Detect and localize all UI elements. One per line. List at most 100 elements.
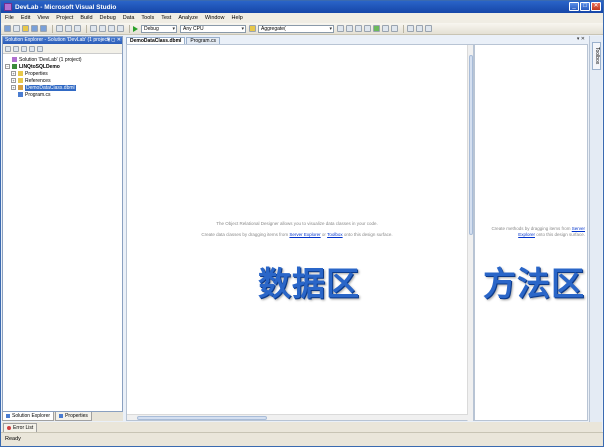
solution-icon xyxy=(12,57,17,62)
find-combo[interactable]: Aggregate( xyxy=(258,24,334,33)
paste-icon[interactable] xyxy=(74,25,81,32)
tree-item-references[interactable]: + References xyxy=(5,77,120,84)
solution-explorer-toolbar xyxy=(3,44,122,54)
solution-configuration-combo[interactable]: Debug xyxy=(141,24,177,33)
maximize-button[interactable]: □ xyxy=(580,2,590,11)
refresh-icon[interactable] xyxy=(21,45,27,52)
tab-demodataclass-dbml[interactable]: DemoDataClass.dbml xyxy=(126,37,186,44)
tab-solution-explorer[interactable]: Solution Explorer xyxy=(2,412,55,421)
menu-view[interactable]: View xyxy=(37,15,49,21)
collapse-icon[interactable]: − xyxy=(5,64,10,69)
tab-program-cs[interactable]: Program.cs xyxy=(186,37,220,44)
menu-build[interactable]: Build xyxy=(80,15,92,21)
method-area-label: 方法区 xyxy=(483,264,585,303)
hint-text: onto this design surface. xyxy=(534,232,585,237)
tree-item-label: Solution 'DevLab' (1 project) xyxy=(19,56,82,63)
panel-window-controls[interactable]: ▾ ◻ ✕ xyxy=(107,37,121,44)
scroll-thumb[interactable] xyxy=(469,55,473,235)
menu-data[interactable]: Data xyxy=(123,15,135,21)
cut-icon[interactable] xyxy=(56,25,63,32)
solution-explorer-panel: Solution Explorer - Solution 'DevLab' (1… xyxy=(2,36,123,412)
object-browser-icon[interactable] xyxy=(364,25,371,32)
tree-item-properties[interactable]: + Properties xyxy=(5,70,120,77)
navigate-forward-icon[interactable] xyxy=(117,25,124,32)
cs-file-icon xyxy=(18,92,23,97)
properties-icon[interactable] xyxy=(5,45,11,52)
toolbar-separator xyxy=(129,24,130,33)
toolbox-icon[interactable] xyxy=(373,25,380,32)
tree-item-program-cs[interactable]: Program.cs xyxy=(5,91,120,98)
server-explorer-link[interactable]: Server Explorer xyxy=(289,232,320,237)
solution-explorer-header: Solution Explorer - Solution 'DevLab' (1… xyxy=(3,37,122,44)
menu-edit[interactable]: Edit xyxy=(21,15,30,21)
redo-icon[interactable] xyxy=(99,25,106,32)
visual-studio-icon xyxy=(4,3,12,11)
bottom-tab-strip: Error List xyxy=(2,422,602,433)
tree-item-label: Program.cs xyxy=(25,91,51,98)
solution-platform-combo[interactable]: Any CPU xyxy=(180,24,246,33)
toolbar-separator xyxy=(86,24,87,33)
find-in-files-icon[interactable] xyxy=(249,25,256,32)
tab-properties[interactable]: Properties xyxy=(55,412,92,421)
scroll-thumb[interactable] xyxy=(137,416,267,420)
document-tab-controls[interactable]: ▾ ✕ xyxy=(577,36,585,42)
data-area-label: 数据区 xyxy=(258,264,360,303)
close-button[interactable]: ✕ xyxy=(591,2,601,11)
properties-window-icon[interactable] xyxy=(355,25,362,32)
tab-label: Solution Explorer xyxy=(12,413,51,419)
tab-toolbox[interactable]: Toolbox xyxy=(592,42,601,70)
methods-pane[interactable]: Create methods by dragging items from Se… xyxy=(474,44,588,421)
save-icon[interactable] xyxy=(31,25,38,32)
undo-icon[interactable] xyxy=(90,25,97,32)
toolbox-link[interactable]: Toolbox xyxy=(327,232,343,237)
designer-vertical-scrollbar[interactable] xyxy=(467,45,473,421)
solution-explorer-title: Solution Explorer - Solution 'DevLab' (1… xyxy=(5,37,111,43)
status-text: Ready xyxy=(5,436,21,442)
start-debugging-icon[interactable] xyxy=(133,25,138,32)
start-page-icon[interactable] xyxy=(382,25,389,32)
save-all-icon[interactable] xyxy=(40,25,47,32)
find-icon[interactable] xyxy=(337,25,344,32)
designer-horizontal-scrollbar[interactable] xyxy=(127,414,468,420)
menu-window[interactable]: Window xyxy=(205,15,225,21)
dbml-icon xyxy=(18,85,23,90)
menu-debug[interactable]: Debug xyxy=(100,15,116,21)
minimize-button[interactable]: _ xyxy=(569,2,579,11)
menu-analyze[interactable]: Analyze xyxy=(178,15,198,21)
tree-item-project[interactable]: − LINQtoSQLDemo xyxy=(5,63,120,70)
properties-tab-icon xyxy=(59,414,64,418)
solution-explorer-icon[interactable] xyxy=(346,25,353,32)
open-file-icon[interactable] xyxy=(22,25,29,32)
zoom-icon[interactable] xyxy=(416,25,423,32)
tree-item-label: References xyxy=(25,77,51,84)
align-icon[interactable] xyxy=(425,25,432,32)
view-code-icon[interactable] xyxy=(29,45,35,52)
hint-text: onto this design surface. xyxy=(342,232,393,237)
toolbar-options-icon[interactable] xyxy=(391,25,398,32)
menu-bar: File Edit View Project Build Debug Data … xyxy=(1,13,603,23)
new-project-icon[interactable] xyxy=(4,25,11,32)
show-all-files-icon[interactable] xyxy=(13,45,19,52)
layout-icon[interactable] xyxy=(407,25,414,32)
data-classes-designer[interactable]: The Object Relational Designer allows yo… xyxy=(126,44,474,421)
menu-project[interactable]: Project xyxy=(56,15,73,21)
expand-icon[interactable]: + xyxy=(11,78,16,83)
menu-help[interactable]: Help xyxy=(231,15,242,21)
toolbox-autohide-strip: Toolbox xyxy=(589,36,602,422)
expand-icon[interactable]: + xyxy=(11,85,16,90)
menu-tools[interactable]: Tools xyxy=(141,15,154,21)
view-designer-icon[interactable] xyxy=(37,45,43,52)
solution-explorer-tab-strip: Solution Explorer Properties xyxy=(2,412,123,421)
menu-test[interactable]: Test xyxy=(161,15,171,21)
tree-item-dbml[interactable]: + DemoDataClass.dbml xyxy=(5,84,120,91)
copy-icon[interactable] xyxy=(65,25,72,32)
expand-icon[interactable]: + xyxy=(11,71,16,76)
tab-label: Properties xyxy=(65,413,88,419)
menu-file[interactable]: File xyxy=(5,15,14,21)
navigate-backward-icon[interactable] xyxy=(108,25,115,32)
tree-item-solution[interactable]: Solution 'DevLab' (1 project) xyxy=(5,56,120,63)
solution-tree: Solution 'DevLab' (1 project) − LINQtoSQ… xyxy=(3,54,122,100)
add-item-icon[interactable] xyxy=(13,25,20,32)
error-list-icon xyxy=(7,426,11,430)
hint-text: Create data classes by dragging items fr… xyxy=(201,232,290,237)
